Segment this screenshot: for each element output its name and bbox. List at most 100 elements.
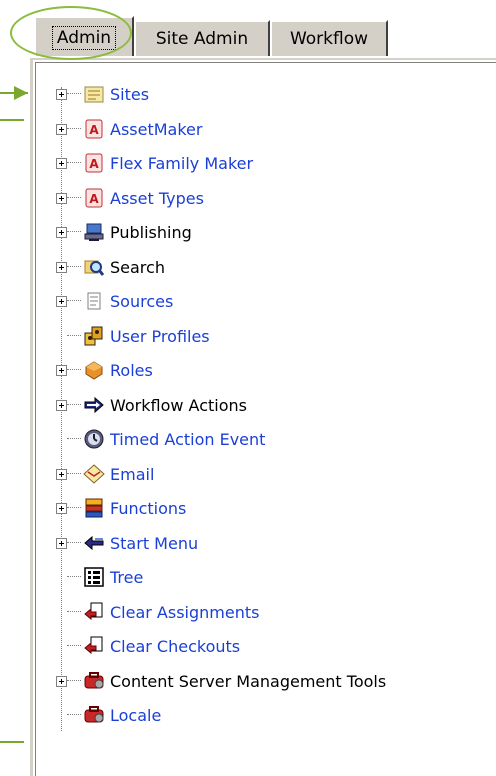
tree-item-label[interactable]: Email [110, 465, 154, 484]
roles-icon [83, 359, 105, 381]
tree-item[interactable]: A Flex Family Maker [56, 148, 253, 178]
callout-arrowhead [14, 86, 28, 100]
tab-workflow[interactable]: Workflow [270, 20, 388, 56]
asset-types-icon: A [83, 187, 105, 209]
tree-item[interactable]: Timed Action Event [56, 424, 265, 454]
expand-toggle-icon[interactable] [56, 226, 67, 238]
tree-connector [67, 542, 81, 544]
expand-toggle-icon[interactable] [56, 123, 67, 135]
tree-icon [83, 566, 105, 588]
tree-item[interactable]: User Profiles [56, 321, 210, 351]
expand-toggle-icon[interactable] [56, 295, 67, 307]
svg-text:A: A [89, 157, 99, 171]
tree-item-label[interactable]: Clear Assignments [110, 603, 259, 622]
expand-toggle-icon[interactable] [56, 537, 67, 549]
tree-item-label[interactable]: Functions [110, 499, 186, 518]
start-menu-icon [83, 532, 105, 554]
tree-item[interactable]: A AssetMaker [56, 114, 202, 144]
tree-item-label[interactable]: Asset Types [110, 189, 204, 208]
tree-item[interactable]: Content Server Management Tools [56, 666, 386, 696]
tree-item-label[interactable]: Publishing [110, 223, 192, 242]
callout-bracket-bottom [0, 741, 24, 743]
tree-connector [67, 266, 81, 268]
tree-item-label[interactable]: Sources [110, 292, 173, 311]
tree-connector [67, 404, 81, 406]
tree-item-label[interactable]: AssetMaker [110, 120, 202, 139]
tree-connector [67, 197, 81, 199]
user-profiles-icon [83, 325, 105, 347]
admin-tree-panel: Sites A AssetMaker A Flex Family Maker A Asset… [30, 60, 496, 776]
management-tools-icon [83, 670, 105, 692]
tree-connector [67, 611, 81, 613]
tree-item[interactable]: Search [56, 252, 165, 282]
expand-toggle-icon[interactable] [56, 364, 67, 376]
assetmaker-icon: A [83, 118, 105, 140]
expand-toggle-icon[interactable] [56, 192, 67, 204]
tree-item[interactable]: Tree [56, 562, 143, 592]
tree-item[interactable]: Workflow Actions [56, 390, 247, 420]
tab-site-admin-label: Site Admin [155, 29, 249, 49]
svg-text:A: A [89, 123, 99, 137]
svg-text:A: A [89, 192, 99, 206]
tree-item-label[interactable]: Search [110, 258, 165, 277]
functions-icon [83, 497, 105, 519]
publishing-icon [83, 221, 105, 243]
locale-icon [83, 704, 105, 726]
tree-item[interactable]: Clear Checkouts [56, 631, 240, 661]
tab-site-admin[interactable]: Site Admin [134, 20, 270, 56]
tree-frame: Sites A AssetMaker A Flex Family Maker A Asset… [35, 62, 496, 776]
clear-checkouts-icon [83, 635, 105, 657]
tree-item[interactable]: Publishing [56, 217, 192, 247]
tree-connector [67, 714, 81, 716]
expand-toggle-icon[interactable] [56, 261, 67, 273]
tree-item[interactable]: Roles [56, 355, 153, 385]
tree-item-label[interactable]: Sites [110, 85, 149, 104]
tree-item-label[interactable]: Roles [110, 361, 153, 380]
sites-icon [83, 83, 105, 105]
tree-item[interactable]: Functions [56, 493, 186, 523]
tree-connector [67, 369, 81, 371]
tree-connector [67, 438, 81, 440]
flex-family-icon: A [83, 152, 105, 174]
expand-toggle-icon[interactable] [56, 502, 67, 514]
tree-item[interactable]: Locale [56, 700, 161, 730]
expand-toggle-icon[interactable] [56, 88, 67, 100]
tree-item-label[interactable]: Flex Family Maker [110, 154, 253, 173]
tree-connector [67, 576, 81, 578]
tree-connector [67, 128, 81, 130]
tree-item-label[interactable]: Tree [110, 568, 143, 587]
highlight-ellipse [10, 6, 132, 60]
tree-item[interactable]: Sites [56, 79, 149, 109]
tree-connector [67, 680, 81, 682]
tree-item[interactable]: Start Menu [56, 528, 198, 558]
callout-bracket-top [0, 119, 24, 121]
sources-icon [83, 290, 105, 312]
tree-item[interactable]: Sources [56, 286, 173, 316]
expand-toggle-icon[interactable] [56, 157, 67, 169]
tree-item[interactable]: A Asset Types [56, 183, 204, 213]
tree-connector [67, 507, 81, 509]
tree-connector [67, 473, 81, 475]
tree-item[interactable]: Clear Assignments [56, 597, 259, 627]
expand-toggle-icon[interactable] [56, 675, 67, 687]
tree-item-label[interactable]: Locale [110, 706, 161, 725]
tab-workflow-label: Workflow [289, 29, 369, 49]
tree-item-label[interactable]: Content Server Management Tools [110, 672, 386, 691]
tree-connector [67, 335, 81, 337]
tree-item-label[interactable]: Workflow Actions [110, 396, 247, 415]
tree-connector [67, 162, 81, 164]
tree-item-label[interactable]: Start Menu [110, 534, 198, 553]
tree-connector [67, 93, 81, 95]
tree-item-label[interactable]: Timed Action Event [110, 430, 265, 449]
search-icon [83, 256, 105, 278]
clear-assignments-icon [83, 601, 105, 623]
tree-item[interactable]: Email [56, 459, 154, 489]
tree-item-label[interactable]: Clear Checkouts [110, 637, 240, 656]
expand-toggle-icon[interactable] [56, 468, 67, 480]
tree-connector [67, 231, 81, 233]
tree-connector [67, 645, 81, 647]
expand-toggle-icon[interactable] [56, 399, 67, 411]
tree-item-label[interactable]: User Profiles [110, 327, 210, 346]
workflow-actions-icon [83, 394, 105, 416]
email-icon [83, 463, 105, 485]
